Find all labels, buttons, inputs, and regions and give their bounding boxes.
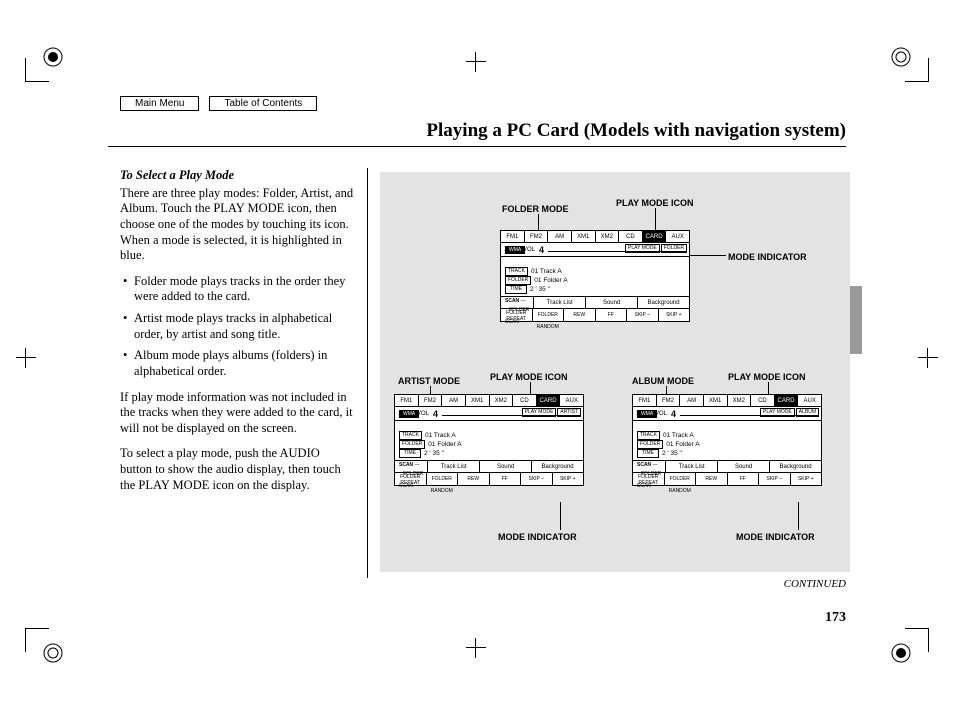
crosshair-icon bbox=[16, 348, 36, 368]
bullet-item: Album mode plays albums (folders) in alp… bbox=[120, 348, 354, 379]
label-mode-indicator: MODE INDICATOR bbox=[736, 532, 815, 542]
mode-indicator-album: ALBUM bbox=[796, 408, 819, 417]
body-paragraph: If play mode information was not include… bbox=[120, 390, 354, 437]
subheading: To Select a Play Mode bbox=[120, 168, 354, 184]
label-mode-indicator: MODE INDICATOR bbox=[498, 532, 577, 542]
label-artist-mode: ARTIST MODE bbox=[398, 376, 460, 386]
crosshair-icon bbox=[466, 52, 486, 72]
display-panel-artist: FM1FM2AMXM1XM2CDCARDAUX 10:12VOL4 PLAY M… bbox=[394, 394, 584, 486]
label-album-mode: ALBUM MODE bbox=[632, 376, 694, 386]
illustration-area: FOLDER MODE PLAY MODE ICON MODE INDICATO… bbox=[380, 172, 850, 572]
page-title: Playing a PC Card (Models with navigatio… bbox=[426, 120, 846, 142]
registration-mark-icon bbox=[42, 642, 64, 664]
play-mode-button: PLAY MODE bbox=[625, 244, 660, 253]
body-paragraph: To select a play mode, push the AUDIO bu… bbox=[120, 446, 354, 493]
label-play-mode-icon: PLAY MODE ICON bbox=[616, 198, 694, 208]
section-tab: Features bbox=[848, 286, 862, 354]
registration-mark-icon bbox=[890, 46, 912, 68]
crosshair-icon bbox=[918, 348, 938, 368]
continued-label: CONTINUED bbox=[784, 578, 846, 590]
label-folder-mode: FOLDER MODE bbox=[502, 204, 569, 214]
title-rule bbox=[108, 146, 846, 147]
display-panel-album: FM1FM2AMXM1XM2CDCARDAUX 10:12VOL4 PLAY M… bbox=[632, 394, 822, 486]
crosshair-icon bbox=[466, 638, 486, 658]
registration-mark-icon bbox=[42, 46, 64, 68]
page-number: 173 bbox=[825, 610, 846, 626]
wma-badge: WMA bbox=[505, 246, 525, 254]
label-play-mode-icon: PLAY MODE ICON bbox=[728, 372, 806, 382]
display-panel-folder: FM1FM2AMXM1XM2CDCARDAUX 10:12 VOL 4 PLAY… bbox=[500, 230, 690, 322]
mode-indicator-artist: ARTIST bbox=[557, 408, 581, 417]
label-play-mode-icon: PLAY MODE ICON bbox=[490, 372, 568, 382]
label-mode-indicator: MODE INDICATOR bbox=[728, 252, 807, 262]
main-menu-link[interactable]: Main Menu bbox=[120, 96, 199, 111]
bullet-item: Folder mode plays tracks in the order th… bbox=[120, 274, 354, 305]
body-paragraph: There are three play modes: Folder, Arti… bbox=[120, 186, 354, 264]
toc-link[interactable]: Table of Contents bbox=[209, 96, 317, 111]
registration-mark-icon bbox=[890, 642, 912, 664]
column-divider bbox=[367, 168, 368, 578]
mode-indicator-folder: FOLDER bbox=[661, 244, 687, 253]
bullet-item: Artist mode plays tracks in alphabetical… bbox=[120, 311, 354, 342]
